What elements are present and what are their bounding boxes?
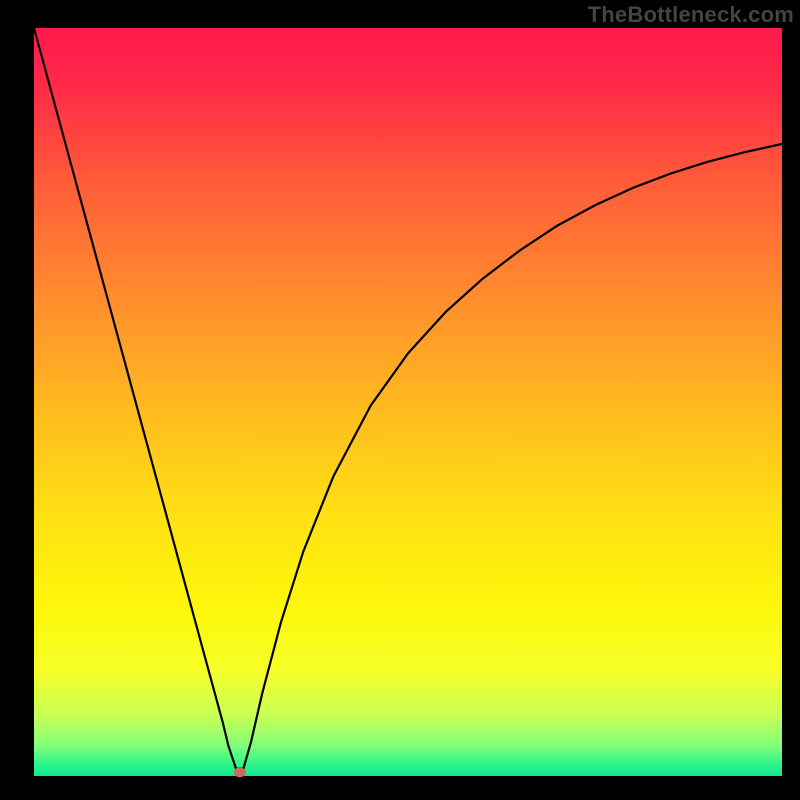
bottleneck-chart xyxy=(0,0,800,800)
chart-frame: TheBottleneck.com xyxy=(0,0,800,800)
watermark-text: TheBottleneck.com xyxy=(588,2,794,28)
plot-area xyxy=(34,28,782,776)
marker-point xyxy=(234,767,246,777)
